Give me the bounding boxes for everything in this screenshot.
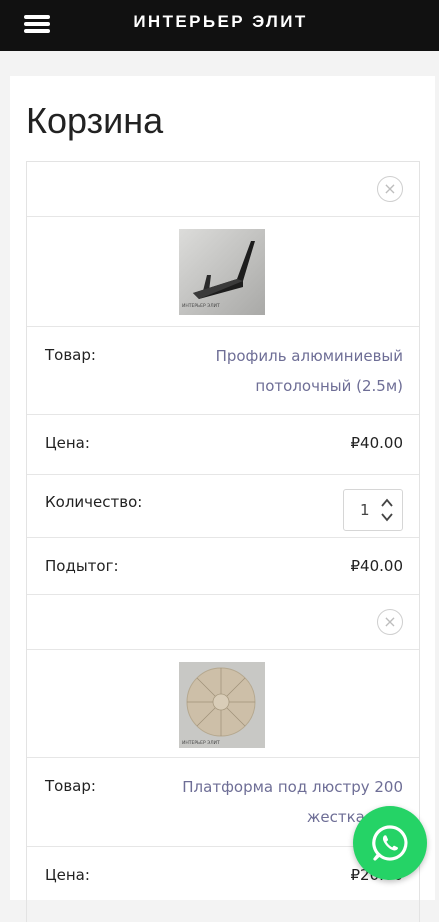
cart-item-price-row: Цена: ₽40.00 (27, 415, 419, 475)
quantity-value: 1 (360, 501, 370, 519)
svg-text:ИНТЕРЬЕР ЭЛИТ: ИНТЕРЬЕР ЭЛИТ (182, 740, 220, 746)
quantity-label: Количество: (45, 493, 143, 511)
product-thumbnail[interactable]: ИНТЕРЬЕР ЭЛИТ (179, 662, 265, 748)
stepper-arrows-icon[interactable] (381, 497, 393, 523)
site-brand[interactable]: ИНТЕРЬЕР ЭЛИТ (0, 12, 439, 32)
product-name-line1: Профиль алюминиевый (215, 347, 403, 365)
cart-item-subtotal-row: Подытог: ₽40.00 (27, 538, 419, 595)
remove-item-button[interactable]: × (377, 176, 403, 202)
product-name-line2: потолочный (2.5м) (255, 377, 403, 395)
close-icon: × (383, 179, 397, 198)
quantity-stepper[interactable]: 1 (343, 489, 403, 531)
product-name-link[interactable]: Профиль алюминиевый потолочный (2.5м) (173, 341, 403, 401)
product-label: Товар: (45, 346, 96, 364)
cart-item-quantity-row: Количество: 1 (27, 475, 419, 538)
main-content: Корзина × ИНТЕРЬЕР ЭЛИТ Товар: Профиль а… (10, 76, 435, 922)
cart-item-thumbnail-row: ИНТЕРЬЕР ЭЛИТ (27, 217, 419, 327)
remove-item-button[interactable]: × (377, 609, 403, 635)
price-label: Цена: (45, 434, 90, 452)
subtotal-value: ₽40.00 (350, 557, 404, 575)
page-title: Корзина (26, 100, 164, 141)
product-name-line1: Платформа под люстру 200 (182, 778, 403, 796)
price-label: Цена: (45, 866, 90, 884)
whatsapp-chat-button[interactable] (353, 806, 427, 880)
svg-text:ИНТЕРЬЕР ЭЛИТ: ИНТЕРЬЕР ЭЛИТ (182, 303, 220, 309)
cart-table: × ИНТЕРЬЕР ЭЛИТ Товар: Профиль алюминиев… (26, 161, 420, 922)
cart-item-product-row: Товар: Профиль алюминиевый потолочный (2… (27, 327, 419, 415)
cart-item-thumbnail-row: ИНТЕРЬЕР ЭЛИТ (27, 650, 419, 758)
whatsapp-icon (372, 825, 408, 861)
product-label: Товар: (45, 777, 96, 795)
product-thumbnail[interactable]: ИНТЕРЬЕР ЭЛИТ (179, 229, 265, 315)
price-value: ₽40.00 (350, 434, 404, 452)
close-icon: × (383, 612, 397, 631)
cart-item-remove-row: × (27, 595, 419, 650)
site-header: ИНТЕРЬЕР ЭЛИТ (0, 0, 439, 51)
cart-item-remove-row: × (27, 162, 419, 217)
subtotal-label: Подытог: (45, 557, 119, 575)
